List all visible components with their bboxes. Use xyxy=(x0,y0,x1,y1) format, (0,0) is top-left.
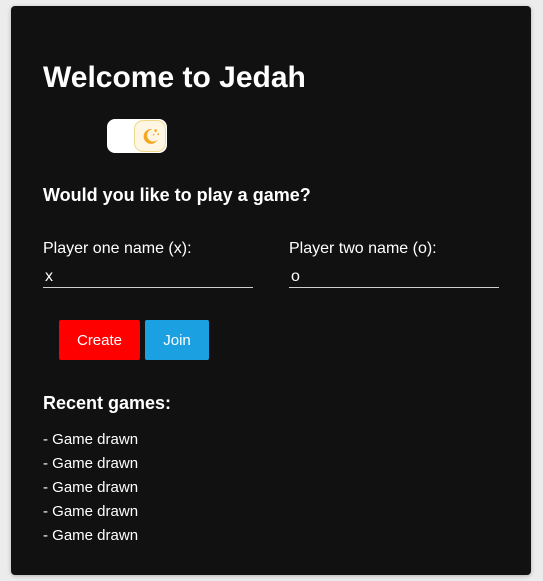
player-one-input[interactable] xyxy=(43,266,253,288)
list-item: - Game drawn xyxy=(43,503,139,520)
game-prompt: Would you like to play a game? xyxy=(43,185,311,205)
main-card: Welcome to Jedah Would you like to play … xyxy=(11,6,531,575)
list-item: - Game drawn xyxy=(43,479,139,496)
player-one-label: Player one name (x): xyxy=(43,240,192,257)
player-one-field: Player one name (x): xyxy=(43,239,253,288)
page-title: Welcome to Jedah xyxy=(43,61,306,94)
player-two-field: Player two name (o): xyxy=(289,239,499,288)
join-button[interactable]: Join xyxy=(145,320,209,360)
player-two-label: Player two name (o): xyxy=(289,240,437,257)
list-item: - Game drawn xyxy=(43,527,139,544)
recent-games-list: - Game drawn - Game drawn - Game drawn -… xyxy=(43,428,138,548)
recent-games-title: Recent games: xyxy=(43,393,172,413)
list-item: - Game drawn xyxy=(43,455,139,472)
create-button[interactable]: Create xyxy=(59,320,140,360)
list-item: - Game drawn xyxy=(43,431,139,448)
player-two-input[interactable] xyxy=(289,266,499,288)
toggle-knob[interactable] xyxy=(135,121,165,151)
moon-stars-icon xyxy=(143,129,160,144)
theme-toggle[interactable] xyxy=(107,119,167,153)
